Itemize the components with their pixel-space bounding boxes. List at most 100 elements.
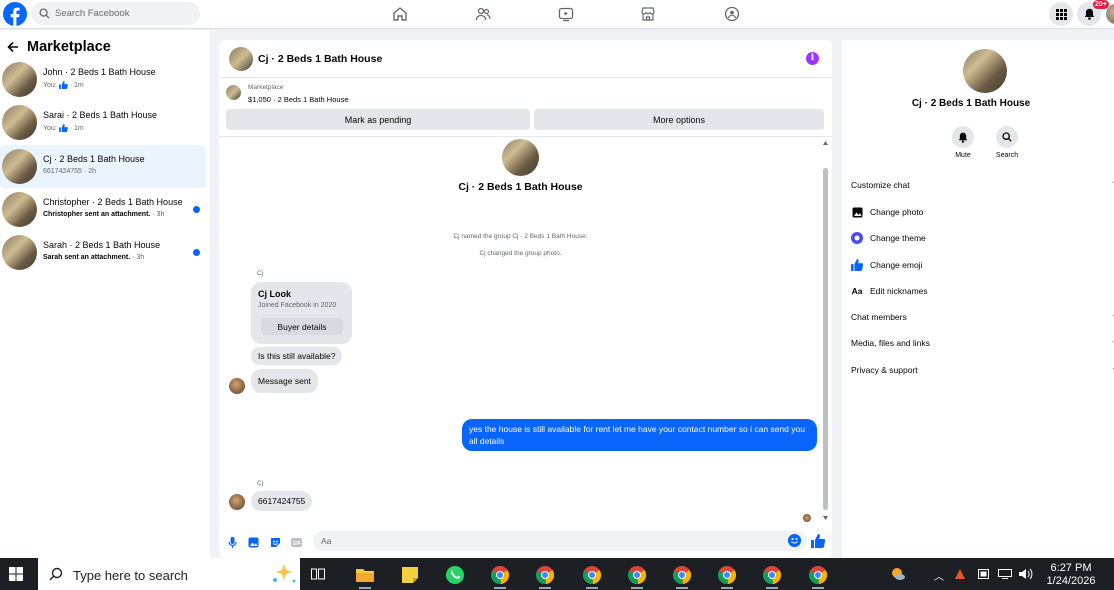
back-arrow-icon[interactable] — [7, 41, 19, 53]
battery-icon[interactable] — [978, 569, 990, 579]
top-navigation-bar: Search Facebook 20+ — [0, 0, 1114, 29]
preview-text: 6617424755 — [43, 168, 82, 175]
mute-button[interactable] — [952, 126, 974, 148]
chrome-profile-icon[interactable] — [582, 565, 602, 585]
scrollbar[interactable] — [821, 137, 829, 522]
incoming-message: 6617424755 — [251, 491, 313, 511]
scroll-up-icon[interactable] — [823, 141, 828, 145]
running-indicator — [539, 587, 551, 589]
customize-chat-section[interactable]: Customize chat — [851, 180, 910, 190]
marketplace-icon[interactable] — [640, 6, 656, 22]
more-options-button[interactable]: More options — [534, 109, 824, 130]
page-title: Marketplace — [27, 39, 111, 55]
message-input[interactable]: Aa — [313, 531, 807, 551]
speaker-icon[interactable] — [1019, 568, 1033, 580]
conversation-title: John · 2 Beds 1 Bath House — [43, 67, 156, 77]
edit-nicknames-item[interactable]: Aa Edit nicknames — [851, 285, 928, 297]
menu-grid-button[interactable] — [1049, 2, 1073, 26]
chrome-profile-icon[interactable] — [627, 565, 647, 585]
whatsapp-icon[interactable] — [445, 565, 465, 585]
scrollbar-thumb[interactable] — [823, 168, 828, 510]
video-icon[interactable] — [558, 6, 574, 22]
message-list[interactable]: Cj · 2 Beds 1 Bath House Cj named the gr… — [219, 136, 832, 526]
scroll-down-icon[interactable] — [823, 516, 828, 520]
privacy-support-section[interactable]: Privacy & support — [851, 365, 918, 375]
conversation-item-john[interactable]: John · 2 Beds 1 Bath House You: · 1m — [0, 58, 206, 101]
account-avatar[interactable] — [1106, 4, 1114, 24]
buyer-details-button[interactable]: Buyer details — [261, 318, 343, 335]
photo-icon — [851, 206, 863, 218]
chat-title[interactable]: Cj · 2 Beds 1 Bath House — [258, 53, 382, 65]
sender-name: Cj — [257, 480, 264, 487]
friends-icon[interactable] — [475, 6, 491, 22]
mark-as-pending-button[interactable]: Mark as pending — [226, 109, 530, 130]
microphone-icon[interactable] — [227, 537, 238, 548]
task-view-icon[interactable] — [311, 567, 325, 581]
bell-icon — [958, 132, 968, 143]
conversation-item-cj[interactable]: Cj · 2 Beds 1 Bath House 6617424755 · 2h — [0, 145, 206, 188]
conversation-preview: Christopher sent an attachment. · 3h — [43, 211, 164, 218]
change-emoji-item[interactable]: Change emoji — [851, 259, 922, 271]
media-files-section[interactable]: Media, files and links — [851, 338, 930, 348]
section-label: Chat members — [851, 312, 907, 322]
sticker-icon[interactable] — [270, 537, 281, 548]
running-indicator — [631, 587, 643, 589]
taskbar-search-input[interactable]: Type here to search — [38, 558, 300, 590]
home-icon[interactable] — [392, 6, 408, 22]
preview-text: You: — [43, 124, 57, 132]
clock[interactable]: 6:27 PM 1/24/2026 — [1040, 562, 1102, 588]
section-label: Customize chat — [851, 180, 910, 190]
weather-icon[interactable] — [890, 566, 906, 582]
conversation-title: Christopher · 2 Beds 1 Bath House — [43, 197, 183, 207]
system-message: Cj named the group Cj · 2 Beds 1 Bath Ho… — [453, 233, 588, 240]
file-explorer-icon[interactable] — [355, 565, 375, 585]
sticky-notes-icon[interactable] — [400, 565, 420, 585]
chat-members-section[interactable]: Chat members — [851, 312, 907, 322]
emoji-icon[interactable] — [788, 534, 801, 547]
search-label: Search — [995, 152, 1019, 159]
change-photo-item[interactable]: Change photo — [851, 206, 923, 218]
info-icon[interactable]: i — [806, 52, 819, 65]
conversation-title: Cj · 2 Beds 1 Bath House — [43, 154, 145, 164]
unread-dot — [193, 206, 200, 213]
buyer-name: Cj Look — [258, 289, 291, 299]
chevron-up-icon[interactable]: ︿ — [934, 568, 944, 583]
chrome-profile-icon[interactable] — [717, 565, 737, 585]
clock-time: 6:27 PM — [1050, 562, 1092, 574]
gif-icon[interactable]: GIF — [291, 537, 302, 548]
chrome-profile-icon[interactable] — [762, 565, 782, 585]
avatar — [2, 235, 37, 270]
conversation-preview: Sarah sent an attachment. · 3h — [43, 254, 144, 261]
conversation-item-sarai[interactable]: Sarai · 2 Beds 1 Bath House You: · 1m — [0, 101, 206, 144]
chrome-profile-icon[interactable] — [490, 565, 510, 585]
profile-avatar[interactable] — [963, 49, 1007, 93]
change-theme-item[interactable]: Change theme — [851, 232, 926, 244]
preview-text: Christopher sent an attachment. — [43, 211, 151, 218]
search-icon — [39, 8, 50, 19]
search-facebook-input[interactable]: Search Facebook — [31, 2, 200, 25]
facebook-logo-icon[interactable] — [3, 2, 27, 26]
like-icon[interactable] — [811, 534, 825, 548]
marketplace-header: Marketplace — [7, 39, 111, 55]
windows-start-icon[interactable] — [9, 567, 23, 581]
conversation-preview: You: · 1m — [43, 124, 84, 132]
chat-avatar[interactable] — [229, 47, 253, 71]
conversation-item-christopher[interactable]: Christopher · 2 Beds 1 Bath House Christ… — [0, 188, 206, 231]
chrome-profile-icon[interactable] — [672, 565, 692, 585]
theme-icon — [851, 232, 863, 244]
conversation-item-sarah[interactable]: Sarah · 2 Beds 1 Bath House Sarah sent a… — [0, 231, 206, 274]
conversation-preview: You: · 1m — [43, 81, 84, 89]
thumbs-up-icon — [58, 81, 68, 89]
search-conversation-button[interactable] — [996, 126, 1018, 148]
chrome-profile-icon[interactable] — [535, 565, 555, 585]
groups-icon[interactable] — [724, 6, 740, 22]
network-icon[interactable] — [998, 569, 1012, 579]
notification-count-badge: 20+ — [1093, 0, 1109, 9]
thumbs-up-icon — [851, 259, 863, 271]
chrome-profile-icon[interactable] — [808, 565, 828, 585]
item-label: Change emoji — [870, 260, 923, 270]
listing-thumbnail — [226, 85, 241, 100]
running-indicator — [586, 587, 598, 589]
warning-icon[interactable] — [955, 569, 965, 579]
photo-icon[interactable] — [248, 537, 259, 548]
